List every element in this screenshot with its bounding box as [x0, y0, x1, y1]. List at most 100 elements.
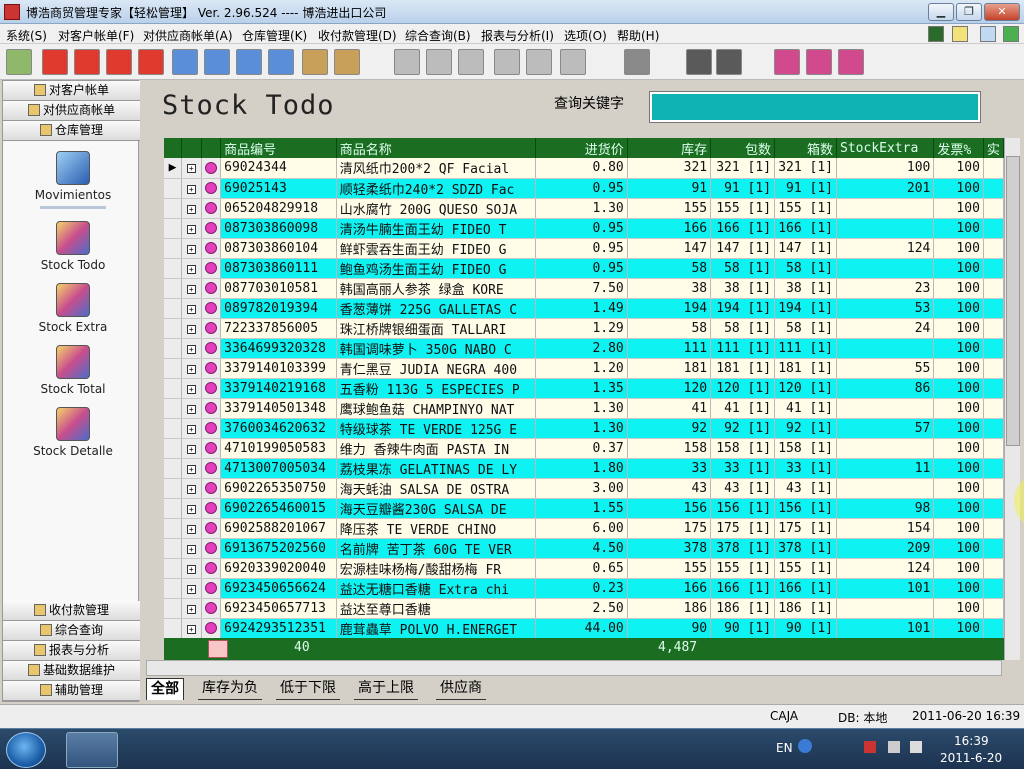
cell-name[interactable]: 益达无糖口香糖 Extra chi: [336, 578, 537, 599]
cell-stock-extra[interactable]: [836, 438, 935, 459]
cell-stock[interactable]: 194: [627, 298, 712, 319]
cell-price[interactable]: 0.23: [535, 578, 628, 599]
cell-price[interactable]: 44.00: [535, 618, 628, 639]
table-row[interactable]: ▶ +69024344 清风纸巾200*2 QF Facial 0.80 321 321 …: [164, 158, 1004, 179]
cell-boxes[interactable]: 147 [1]: [774, 238, 838, 259]
cell-invoice-pct[interactable]: 100: [933, 518, 984, 539]
cell-code[interactable]: 6923450656624: [220, 578, 337, 599]
expand-icon[interactable]: +: [186, 544, 196, 554]
cell-stock-extra[interactable]: 124: [836, 558, 935, 579]
cell-stock[interactable]: 90: [627, 618, 712, 639]
cell-invoice-pct[interactable]: 100: [933, 338, 984, 359]
cell-stock[interactable]: 378: [627, 538, 712, 559]
cell-price[interactable]: 1.55: [535, 498, 628, 519]
cell-price[interactable]: 1.30: [535, 398, 628, 419]
cell-stock[interactable]: 33: [627, 458, 712, 479]
toolbar-doc-red-2-icon[interactable]: [74, 49, 100, 75]
cell-invoice-pct[interactable]: 100: [933, 218, 984, 239]
cell-stock-extra[interactable]: [836, 398, 935, 419]
cell-stock[interactable]: 92: [627, 418, 712, 439]
expand-icon[interactable]: +: [186, 624, 196, 634]
cell-stock-extra[interactable]: 55: [836, 358, 935, 379]
expand-cell[interactable]: +: [181, 258, 202, 279]
sidebar-item-stock-extra[interactable]: Stock Extra: [33, 283, 113, 334]
sidebar-header-query[interactable]: 综合查询: [3, 621, 140, 641]
search-input[interactable]: [649, 91, 981, 123]
cell-name[interactable]: 益达至尊口香糖: [336, 598, 537, 619]
cell-packs[interactable]: 111 [1]: [710, 338, 776, 359]
cell-code[interactable]: 6913675202560: [220, 538, 337, 559]
cell-stock-extra[interactable]: 201: [836, 178, 935, 199]
cell-invoice-pct[interactable]: 100: [933, 238, 984, 259]
toolbar-cart-2-icon[interactable]: [806, 49, 832, 75]
expand-cell[interactable]: +: [181, 478, 202, 499]
table-row[interactable]: +3379140103399 青仁黑豆 JUDIA NEGRA 400 1.20 18…: [164, 358, 1004, 379]
cell-code[interactable]: 3379140501348: [220, 398, 337, 419]
table-row[interactable]: +6920339020040 宏源桂味杨梅/酸甜杨梅 FR 0.65 155 155 […: [164, 558, 1004, 579]
expand-cell[interactable]: +: [181, 238, 202, 259]
expand-icon[interactable]: +: [186, 604, 196, 614]
cell-packs[interactable]: 147 [1]: [710, 238, 776, 259]
cell-boxes[interactable]: 166 [1]: [774, 578, 838, 599]
sidebar-item-stock-total[interactable]: Stock Total: [33, 345, 113, 396]
cell-boxes[interactable]: 58 [1]: [774, 258, 838, 279]
cell-stock-extra[interactable]: 86: [836, 378, 935, 399]
toolbar-tools-icon[interactable]: [560, 49, 586, 75]
cell-invoice-pct[interactable]: 100: [933, 178, 984, 199]
expand-cell[interactable]: +: [181, 278, 202, 299]
cell-packs[interactable]: 194 [1]: [710, 298, 776, 319]
cell-price[interactable]: 1.80: [535, 458, 628, 479]
expand-cell[interactable]: +: [181, 558, 202, 579]
cell-boxes[interactable]: 111 [1]: [774, 338, 838, 359]
cell-name[interactable]: 鲍鱼鸡汤生面王幼 FIDEO G: [336, 258, 537, 279]
table-row[interactable]: +4713007005034 荔枝果冻 GELATINAS DE LY 1.80 33…: [164, 458, 1004, 479]
cell-stock-extra[interactable]: 53: [836, 298, 935, 319]
cell-price[interactable]: 0.95: [535, 218, 628, 239]
cell-boxes[interactable]: 194 [1]: [774, 298, 838, 319]
toolbar-calc-icon[interactable]: [394, 49, 420, 75]
expand-icon[interactable]: +: [186, 304, 196, 314]
cell-stock[interactable]: 186: [627, 598, 712, 619]
table-row[interactable]: +089782019394 香葱薄饼 225G GALLETAS C 1.49 194…: [164, 298, 1004, 319]
cell-boxes[interactable]: 120 [1]: [774, 378, 838, 399]
cell-stock[interactable]: 166: [627, 218, 712, 239]
cell-stock-extra[interactable]: [836, 258, 935, 279]
expand-icon[interactable]: +: [186, 524, 196, 534]
cell-stock-extra[interactable]: 57: [836, 418, 935, 439]
expand-icon[interactable]: +: [186, 244, 196, 254]
horizontal-scrollbar[interactable]: [146, 660, 1002, 676]
table-row[interactable]: +3760034620632 特级球茶 TE VERDE 125G E 1.30 92…: [164, 418, 1004, 439]
sidebar-header-supplier-bills[interactable]: 对供应商帐单: [3, 101, 140, 121]
cell-stock[interactable]: 41: [627, 398, 712, 419]
toolbar-save-icon[interactable]: [624, 49, 650, 75]
cell-name[interactable]: 名前牌 苦丁茶 60G TE VER: [336, 538, 537, 559]
sidebar-item-stock-todo[interactable]: Stock Todo: [33, 221, 113, 272]
cell-invoice-pct[interactable]: 100: [933, 498, 984, 519]
cell-stock[interactable]: 321: [627, 158, 712, 179]
expand-icon[interactable]: +: [186, 384, 196, 394]
cell-name[interactable]: 珠江桥牌银细蛋面 TALLARI: [336, 318, 537, 339]
sidebar-header-aux[interactable]: 辅助管理: [3, 681, 140, 701]
cell-stock[interactable]: 155: [627, 198, 712, 219]
expand-icon[interactable]: +: [186, 324, 196, 334]
table-row[interactable]: +3379140219168 五香粉 113G 5 ESPECIES P 1.35 1…: [164, 378, 1004, 399]
users-icon[interactable]: [980, 26, 996, 42]
help-file-icon[interactable]: [952, 26, 968, 42]
cell-price[interactable]: 6.00: [535, 518, 628, 539]
table-row[interactable]: +6902588201067 降压茶 TE VERDE CHINO 6.00 175 1…: [164, 518, 1004, 539]
cell-stock[interactable]: 155: [627, 558, 712, 579]
cell-boxes[interactable]: 158 [1]: [774, 438, 838, 459]
cell-price[interactable]: 0.95: [535, 238, 628, 259]
sidebar-item-movimientos[interactable]: Movimientos: [33, 151, 113, 209]
expand-icon[interactable]: +: [186, 584, 196, 594]
cell-name[interactable]: 鲜虾雲吞生面王幼 FIDEO G: [336, 238, 537, 259]
expand-icon[interactable]: +: [186, 204, 196, 214]
cell-boxes[interactable]: 58 [1]: [774, 318, 838, 339]
cell-packs[interactable]: 158 [1]: [710, 438, 776, 459]
cell-invoice-pct[interactable]: 100: [933, 618, 984, 639]
cell-code[interactable]: 087703010581: [220, 278, 337, 299]
toolbar-cart-icon[interactable]: [774, 49, 800, 75]
menu-query[interactable]: 综合查询(B): [405, 27, 471, 44]
cell-invoice-pct[interactable]: 100: [933, 458, 984, 479]
header-invoice-pct[interactable]: 发票%: [933, 138, 984, 158]
